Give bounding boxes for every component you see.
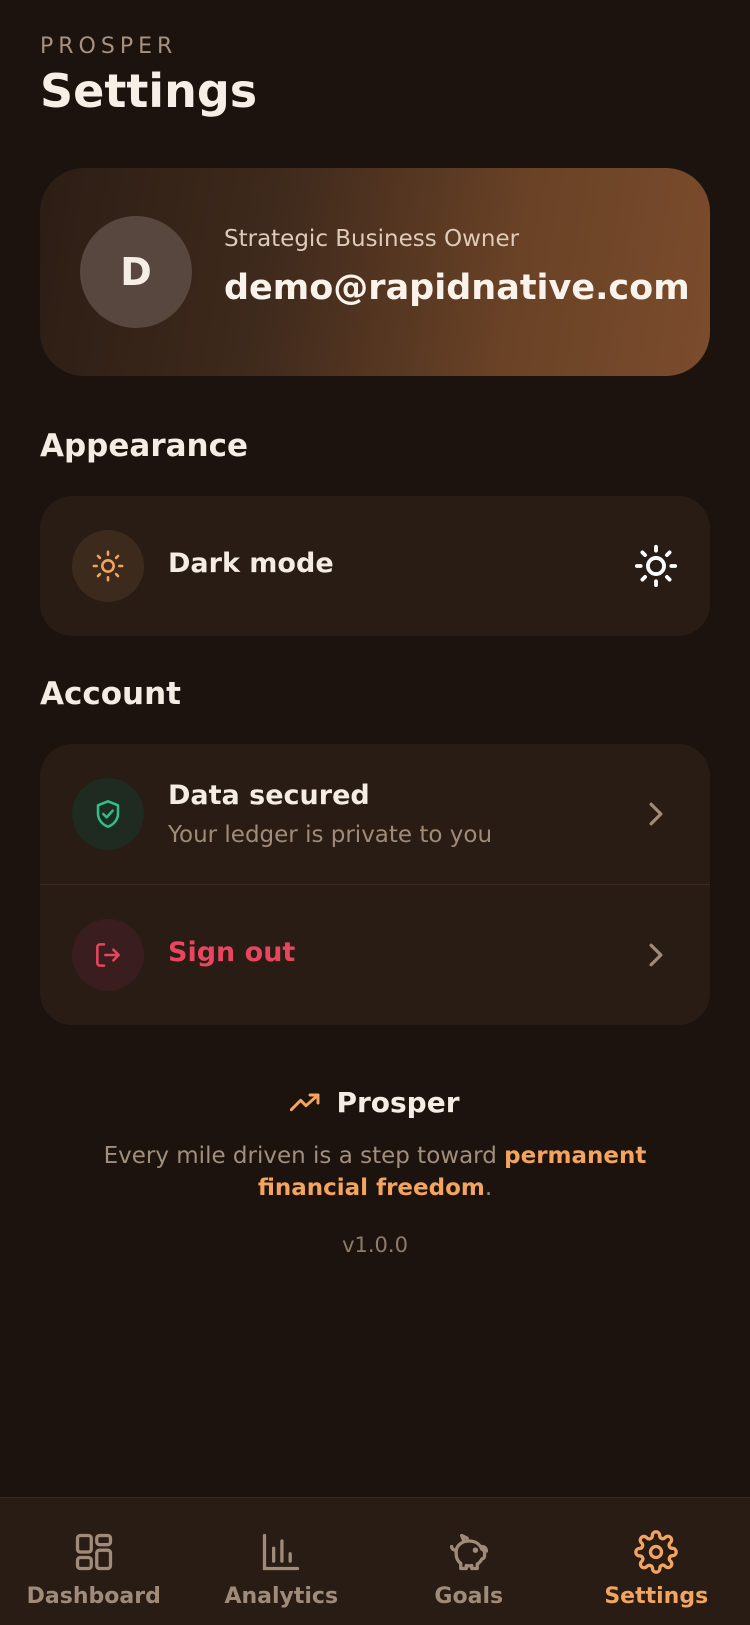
tab-settings[interactable]: Settings <box>563 1498 750 1625</box>
data-secured-title: Data secured <box>168 780 370 811</box>
tagline: Every mile driven is a step toward perma… <box>55 1140 695 1204</box>
trending-up-icon <box>290 1092 322 1114</box>
footer-brand: Prosper <box>0 1086 750 1119</box>
profile-email: demo@rapidnative.com <box>224 268 690 308</box>
tab-label: Settings <box>604 1584 708 1609</box>
appearance-card: Dark mode <box>40 496 710 636</box>
theme-toggle-sun-icon[interactable] <box>632 542 680 590</box>
chevron-right-icon <box>642 941 670 969</box>
appearance-heading: Appearance <box>40 428 248 464</box>
tab-analytics[interactable]: Analytics <box>188 1498 376 1625</box>
account-card: Data secured Your ledger is private to y… <box>40 744 710 1025</box>
bar-chart-icon <box>259 1530 303 1574</box>
grid-icon <box>72 1530 116 1574</box>
tab-label: Dashboard <box>27 1584 161 1609</box>
avatar: D <box>80 216 192 328</box>
page-title: Settings <box>40 64 257 118</box>
chevron-right-icon <box>642 800 670 828</box>
profile-card: D Strategic Business Owner demo@rapidnat… <box>40 168 710 376</box>
dark-mode-label: Dark mode <box>168 548 334 579</box>
tab-label: Analytics <box>224 1584 338 1609</box>
dark-mode-row[interactable]: Dark mode <box>40 496 710 636</box>
gear-icon <box>634 1530 678 1574</box>
profile-role: Strategic Business Owner <box>224 226 519 252</box>
sign-out-row[interactable]: Sign out <box>40 885 710 1025</box>
data-secured-subtitle: Your ledger is private to you <box>168 822 492 848</box>
logout-icon <box>72 919 144 991</box>
tagline-suffix: . <box>485 1175 492 1201</box>
account-heading: Account <box>40 676 181 712</box>
bottom-tab-bar: Dashboard Analytics Goals Settings <box>0 1497 750 1625</box>
tab-goals[interactable]: Goals <box>375 1498 563 1625</box>
tab-label: Goals <box>434 1584 503 1609</box>
sign-out-label: Sign out <box>168 937 295 968</box>
brand-label: PROSPER <box>40 34 177 59</box>
shield-check-icon <box>72 778 144 850</box>
tab-dashboard[interactable]: Dashboard <box>0 1498 188 1625</box>
tagline-prefix: Every mile driven is a step toward <box>104 1143 505 1169</box>
footer-brand-name: Prosper <box>336 1086 459 1119</box>
piggy-bank-icon <box>446 1530 492 1574</box>
app-version: v1.0.0 <box>0 1233 750 1257</box>
sun-icon <box>72 530 144 602</box>
data-secured-row[interactable]: Data secured Your ledger is private to y… <box>40 744 710 885</box>
